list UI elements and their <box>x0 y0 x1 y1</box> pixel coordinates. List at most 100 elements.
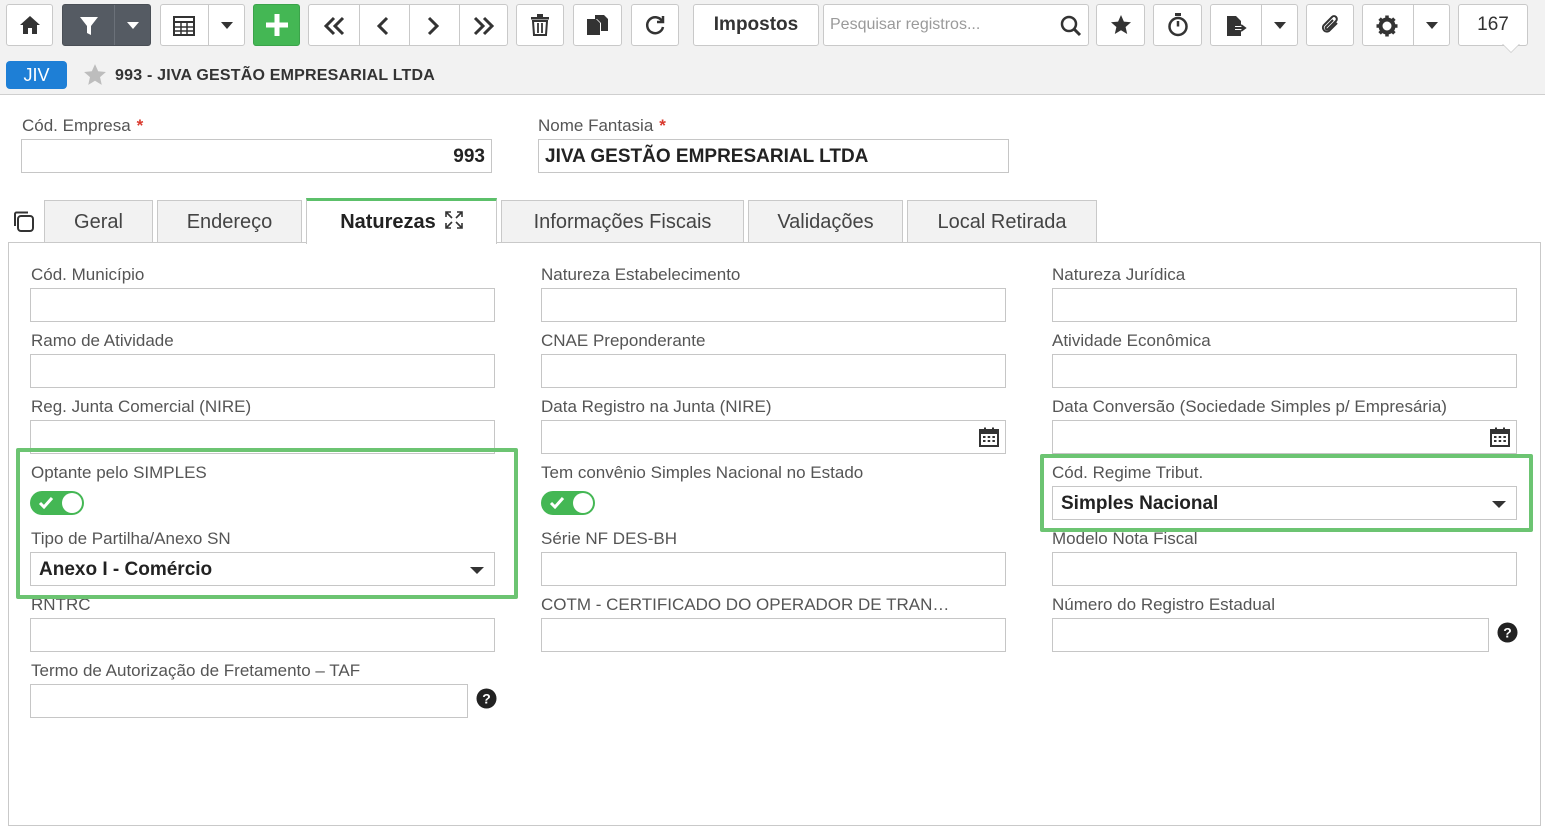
search-icon[interactable] <box>1060 15 1082 42</box>
rntrc-label: RNTRC <box>31 595 91 614</box>
help-icon[interactable]: ? <box>476 688 497 714</box>
optante-simples-toggle[interactable] <box>30 491 84 515</box>
refresh-button[interactable] <box>631 4 679 46</box>
tipo-partilha-select[interactable]: Anexo I - Comércio <box>30 552 495 586</box>
tab-validacoes[interactable]: Validações <box>748 200 903 243</box>
tipo-partilha-label: Tipo de Partilha/Anexo SN <box>31 529 231 548</box>
modelo-nota-field[interactable] <box>1052 552 1517 586</box>
nome-fantasia-label: Nome Fantasia * <box>538 116 666 135</box>
tab-naturezas[interactable]: Naturezas <box>306 198 497 244</box>
chevron-down-icon[interactable] <box>127 22 139 30</box>
data-registro-junta-field[interactable] <box>541 420 1006 454</box>
natureza-juridica-field[interactable] <box>1052 288 1517 322</box>
first-record-icon[interactable] <box>323 16 347 36</box>
trash-icon <box>530 14 550 36</box>
star-icon <box>1110 14 1132 36</box>
export-button-group[interactable] <box>1210 4 1298 46</box>
next-record-icon[interactable] <box>425 16 441 36</box>
refresh-icon <box>644 14 666 36</box>
company-badge[interactable]: JIV <box>6 61 67 89</box>
favorite-button[interactable] <box>1096 4 1145 46</box>
modelo-nota-label: Modelo Nota Fiscal <box>1052 529 1198 548</box>
ramo-atividade-field[interactable] <box>30 354 495 388</box>
serie-nf-label: Série NF DES-BH <box>541 529 678 548</box>
tab-informacoes-fiscais[interactable]: Informações Fiscais <box>501 200 744 243</box>
check-icon <box>549 496 565 515</box>
calendar-icon[interactable] <box>979 427 999 453</box>
tab-local-retirada[interactable]: Local Retirada <box>907 200 1097 243</box>
calendar-icon[interactable] <box>1490 427 1510 453</box>
svg-text:?: ? <box>482 691 491 707</box>
termo-taf-field[interactable] <box>30 684 468 718</box>
cod-municipio-label: Cód. Município <box>31 265 145 284</box>
cod-regime-tribut-label: Cód. Regime Tribut. <box>1052 463 1204 482</box>
natureza-estabelecimento-label: Natureza Estabelecimento <box>541 265 741 284</box>
expand-icon[interactable] <box>444 210 463 235</box>
atividade-economica-label: Atividade Econômica <box>1052 331 1211 350</box>
reg-junta-label: Reg. Junta Comercial (NIRE) <box>31 397 252 416</box>
numero-registro-estadual-label: Número do Registro Estadual <box>1052 595 1276 614</box>
copy-icon <box>586 14 610 36</box>
record-count: 167 <box>1477 14 1509 35</box>
grid-view-button-group[interactable] <box>160 4 245 46</box>
settings-button-group[interactable] <box>1362 4 1450 46</box>
impostos-button[interactable]: Impostos <box>693 4 819 46</box>
cnae-preponderante-field[interactable] <box>541 354 1006 388</box>
search-box <box>823 4 1089 46</box>
delete-button[interactable] <box>516 4 564 46</box>
cod-empresa-field[interactable]: 993 <box>21 139 492 173</box>
filter-icon <box>78 15 100 37</box>
record-header: JIV 993 - JIVA GESTÃO EMPRESARIAL LTDA <box>0 57 1545 95</box>
natureza-estabelecimento-field[interactable] <box>541 288 1006 322</box>
numero-registro-estadual-field[interactable] <box>1052 618 1489 652</box>
tab-geral[interactable]: Geral <box>44 200 153 243</box>
optante-simples-label: Optante pelo SIMPLES <box>31 463 207 482</box>
record-counter: 167 <box>1458 4 1528 46</box>
reg-junta-field[interactable] <box>30 420 495 454</box>
cod-empresa-label: Cód. Empresa * <box>22 116 144 135</box>
chevron-down-icon[interactable] <box>1426 22 1438 30</box>
data-conversao-field[interactable] <box>1052 420 1517 454</box>
copy-button[interactable] <box>573 4 622 46</box>
timer-button[interactable] <box>1153 4 1202 46</box>
serie-nf-field[interactable] <box>541 552 1006 586</box>
naturezas-panel <box>8 242 1541 826</box>
chevron-down-icon[interactable] <box>1274 22 1286 30</box>
copy-tabs-icon[interactable] <box>12 210 36 239</box>
record-navigation <box>308 4 508 46</box>
stopwatch-icon <box>1167 13 1189 37</box>
last-record-icon[interactable] <box>471 16 495 36</box>
cotm-label: COTM - CERTIFICADO DO OPERADOR DE TRAN… <box>541 595 950 614</box>
paperclip-icon <box>1319 14 1341 36</box>
add-button[interactable] <box>253 4 300 46</box>
ramo-atividade-label: Ramo de Atividade <box>31 331 174 350</box>
help-icon[interactable]: ? <box>1497 622 1518 648</box>
gear-icon <box>1376 15 1398 37</box>
required-marker: * <box>136 116 144 135</box>
cotm-field[interactable] <box>541 618 1006 652</box>
nome-fantasia-field[interactable]: JIVA GESTÃO EMPRESARIAL LTDA <box>538 139 1009 173</box>
data-registro-junta-label: Data Registro na Junta (NIRE) <box>541 397 772 416</box>
convenio-simples-label: Tem convênio Simples Nacional no Estado <box>541 463 864 482</box>
impostos-label: Impostos <box>713 14 799 35</box>
home-button[interactable] <box>6 4 53 46</box>
cod-municipio-field[interactable] <box>30 288 495 322</box>
rntrc-field[interactable] <box>30 618 495 652</box>
export-file-icon <box>1225 15 1247 37</box>
svg-text:?: ? <box>1503 625 1512 641</box>
tab-endereco[interactable]: Endereço <box>157 200 302 243</box>
required-marker: * <box>659 116 666 135</box>
dropdown-arrow-icon <box>1492 501 1506 508</box>
favorite-star-icon[interactable] <box>82 63 108 92</box>
search-input[interactable] <box>828 9 1053 41</box>
atividade-economica-field[interactable] <box>1052 354 1517 388</box>
data-conversao-label: Data Conversão (Sociedade Simples p/ Emp… <box>1052 397 1447 416</box>
previous-record-icon[interactable] <box>375 16 391 36</box>
cod-regime-tribut-select[interactable]: Simples Nacional <box>1052 486 1517 520</box>
filter-button-group[interactable] <box>62 4 151 46</box>
natureza-juridica-label: Natureza Jurídica <box>1052 265 1186 284</box>
convenio-simples-toggle[interactable] <box>541 491 595 515</box>
chevron-down-icon[interactable] <box>221 22 233 30</box>
attachment-button[interactable] <box>1306 4 1354 46</box>
grid-view-icon <box>173 16 195 36</box>
